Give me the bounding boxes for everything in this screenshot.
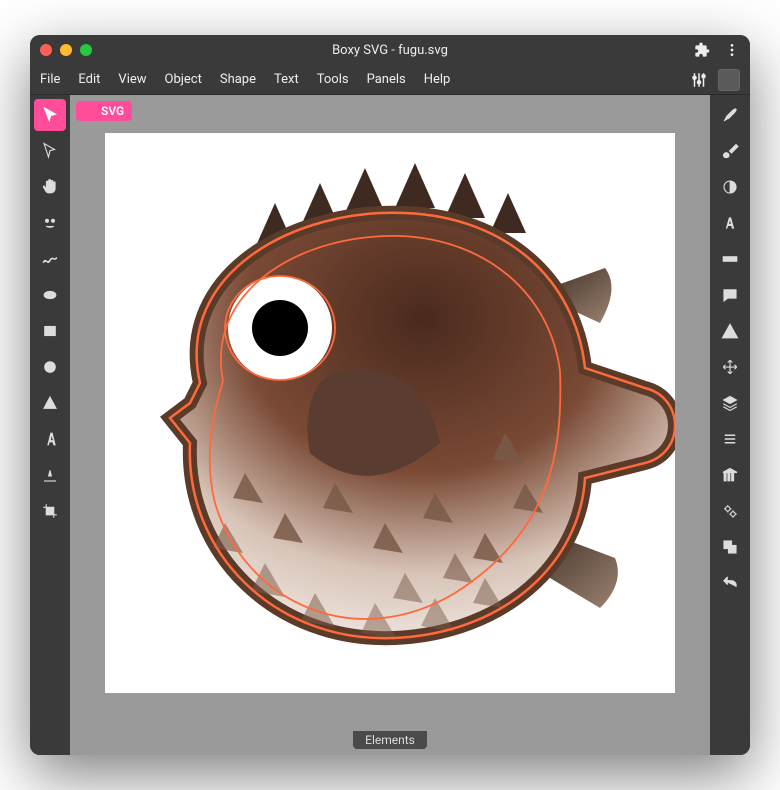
face-tool[interactable] xyxy=(34,207,66,239)
format-badge-label: SVG xyxy=(101,104,124,118)
freehand-tool[interactable] xyxy=(34,243,66,275)
move-arrow-tool[interactable] xyxy=(34,99,66,131)
elements-tab[interactable]: Elements xyxy=(353,731,427,749)
crop-tool[interactable] xyxy=(34,495,66,527)
ruler-panel[interactable] xyxy=(714,243,746,275)
right-toolbar xyxy=(710,95,750,755)
artboard[interactable] xyxy=(105,133,675,693)
triangle-tool[interactable] xyxy=(34,387,66,419)
menu-help[interactable]: Help xyxy=(424,72,451,87)
warning-panel[interactable] xyxy=(714,315,746,347)
brush-panel[interactable] xyxy=(714,99,746,131)
extension-icon[interactable] xyxy=(694,42,710,58)
menu-tools[interactable]: Tools xyxy=(317,72,349,87)
menu-shape[interactable]: Shape xyxy=(220,72,256,87)
maximize-window-button[interactable] xyxy=(80,44,92,56)
more-menu-icon[interactable] xyxy=(724,42,740,58)
rectangle-tool[interactable] xyxy=(34,315,66,347)
titlebar: Boxy SVG - fugu.svg xyxy=(30,35,750,65)
menubar: File Edit View Object Shape Text Tools P… xyxy=(30,65,750,95)
text-tool[interactable] xyxy=(34,423,66,455)
direct-select-tool[interactable] xyxy=(34,135,66,167)
layers-panel[interactable] xyxy=(714,387,746,419)
app-window: Boxy SVG - fugu.svg File Edit View Objec… xyxy=(30,35,750,755)
gears-panel[interactable] xyxy=(714,495,746,527)
menu-view[interactable]: View xyxy=(118,72,146,87)
fugu-illustration[interactable] xyxy=(105,133,675,693)
left-toolbar xyxy=(30,95,70,755)
sliders-icon[interactable] xyxy=(690,71,708,89)
window-controls xyxy=(40,44,92,56)
center-area: SVG xyxy=(70,95,710,755)
asterisk-icon xyxy=(84,105,96,117)
circle-tool[interactable] xyxy=(34,351,66,383)
menu-edit[interactable]: Edit xyxy=(78,72,100,87)
menu-text[interactable]: Text xyxy=(274,72,299,87)
typography-panel[interactable] xyxy=(714,207,746,239)
close-window-button[interactable] xyxy=(40,44,52,56)
menu-file[interactable]: File xyxy=(40,72,60,87)
canvas-area[interactable]: SVG xyxy=(70,95,710,731)
operations-panel[interactable] xyxy=(714,531,746,563)
paint-panel[interactable] xyxy=(714,135,746,167)
pan-hand-tool[interactable] xyxy=(34,171,66,203)
color-swatch[interactable] xyxy=(718,69,740,91)
menu-panels[interactable]: Panels xyxy=(367,72,406,87)
chat-panel[interactable] xyxy=(714,279,746,311)
format-badge[interactable]: SVG xyxy=(76,101,132,121)
window-title: Boxy SVG - fugu.svg xyxy=(30,43,750,58)
ellipse-blob-tool[interactable] xyxy=(34,279,66,311)
list-panel[interactable] xyxy=(714,423,746,455)
transform-panel[interactable] xyxy=(714,351,746,383)
bottom-tab-bar: Elements xyxy=(70,731,710,755)
library-panel[interactable] xyxy=(714,459,746,491)
contrast-panel[interactable] xyxy=(714,171,746,203)
menu-object[interactable]: Object xyxy=(165,72,202,87)
minimize-window-button[interactable] xyxy=(60,44,72,56)
text-path-tool[interactable] xyxy=(34,459,66,491)
workspace: SVG xyxy=(30,95,750,755)
undo-panel[interactable] xyxy=(714,567,746,599)
